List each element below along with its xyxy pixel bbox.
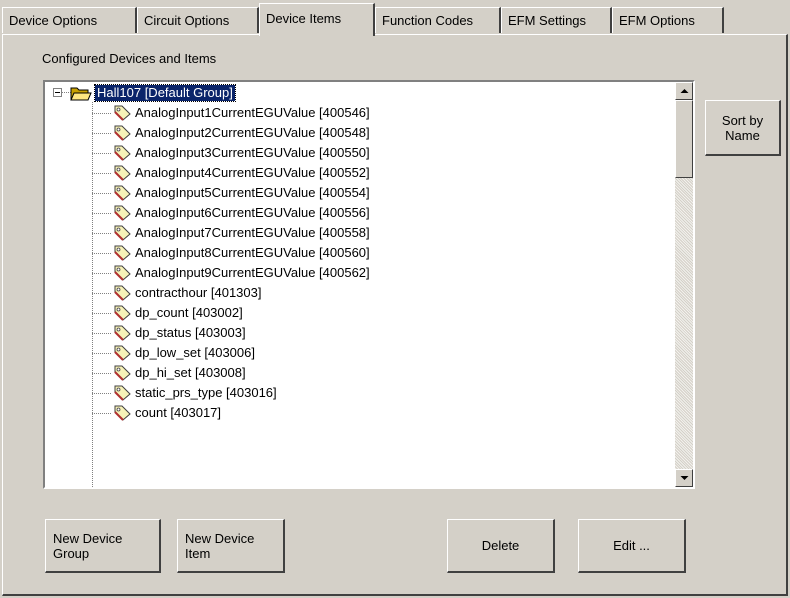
- tree-item[interactable]: dp_count [403002]: [45, 303, 675, 323]
- tree-item[interactable]: AnalogInput5CurrentEGUValue [400554]: [45, 183, 675, 203]
- new-device-item-label: New Device Item: [185, 530, 255, 561]
- tree-item-label: contracthour [401303]: [135, 285, 262, 300]
- tab-function-codes[interactable]: Function Codes: [375, 7, 501, 33]
- tree-item[interactable]: static_prs_type [403016]: [45, 383, 675, 403]
- tree-item[interactable]: AnalogInput4CurrentEGUValue [400552]: [45, 163, 675, 183]
- tab-efm-options[interactable]: EFM Options: [612, 7, 724, 33]
- tree-connector-line: [92, 213, 111, 214]
- tag-icon: [113, 285, 131, 301]
- tree-children: AnalogInput1CurrentEGUValue [400546] Anal…: [45, 103, 675, 423]
- scroll-down-button[interactable]: [675, 469, 693, 487]
- open-folder-icon: [70, 87, 92, 101]
- collapse-minus-icon[interactable]: [53, 88, 62, 97]
- tree-item[interactable]: dp_low_set [403006]: [45, 343, 675, 363]
- tree-connector-line: [92, 153, 111, 154]
- tag-icon: [113, 185, 131, 201]
- tree-item[interactable]: AnalogInput1CurrentEGUValue [400546]: [45, 103, 675, 123]
- tag-icon: [113, 165, 131, 181]
- tag-icon: [113, 245, 131, 261]
- tree-item[interactable]: AnalogInput3CurrentEGUValue [400550]: [45, 143, 675, 163]
- tree-connector-line: [92, 293, 111, 294]
- tree-connector-line: [92, 233, 111, 234]
- tree-connector-line: [92, 173, 111, 174]
- tag-icon: [113, 325, 131, 341]
- tree-item-label: dp_low_set [403006]: [135, 345, 255, 360]
- edit-button[interactable]: Edit ...: [578, 519, 686, 573]
- tree-item-label: count [403017]: [135, 405, 222, 420]
- sort-by-name-button[interactable]: Sort by Name: [705, 100, 781, 156]
- tree-item-label: AnalogInput6CurrentEGUValue [400556]: [135, 205, 370, 220]
- device-tree-view[interactable]: Hall107 [Default Group] AnalogInput1Curr…: [43, 80, 695, 489]
- tree-item-label: AnalogInput3CurrentEGUValue [400550]: [135, 145, 370, 160]
- sort-by-name-label: Sort by Name: [721, 112, 764, 143]
- tab-device-items[interactable]: Device Items: [259, 3, 375, 36]
- tree-item-label: AnalogInput4CurrentEGUValue [400552]: [135, 165, 370, 180]
- tree-connector-line: [92, 413, 111, 414]
- tree-connector-line: [92, 102, 93, 487]
- tree-item[interactable]: count [403017]: [45, 403, 675, 423]
- tree-root-label[interactable]: Hall107 [Default Group]: [94, 84, 236, 102]
- scroll-up-button[interactable]: [675, 82, 693, 100]
- tree-item-label: dp_hi_set [403008]: [135, 365, 246, 380]
- tree-content: Hall107 [Default Group] AnalogInput1Curr…: [45, 82, 675, 487]
- delete-label: Delete: [481, 538, 520, 553]
- tag-icon: [113, 405, 131, 421]
- tree-connector-line: [92, 193, 111, 194]
- tree-item[interactable]: dp_status [403003]: [45, 323, 675, 343]
- tag-icon: [113, 265, 131, 281]
- tree-item-label: AnalogInput8CurrentEGUValue [400560]: [135, 245, 370, 260]
- tree-item-label: AnalogInput5CurrentEGUValue [400554]: [135, 185, 370, 200]
- tree-connector-line: [92, 113, 111, 114]
- new-device-group-label: New Device Group: [53, 530, 123, 561]
- tree-item-label: dp_status [403003]: [135, 325, 246, 340]
- tab-strip: Device Options Circuit Options Device It…: [0, 0, 790, 36]
- tag-icon: [113, 385, 131, 401]
- tree-item[interactable]: AnalogInput2CurrentEGUValue [400548]: [45, 123, 675, 143]
- tag-icon: [113, 225, 131, 241]
- edit-label: Edit ...: [613, 538, 650, 553]
- tree-item-label: dp_count [403002]: [135, 305, 243, 320]
- tag-icon: [113, 105, 131, 121]
- tree-item[interactable]: AnalogInput6CurrentEGUValue [400556]: [45, 203, 675, 223]
- tree-item[interactable]: AnalogInput9CurrentEGUValue [400562]: [45, 263, 675, 283]
- tree-item[interactable]: dp_hi_set [403008]: [45, 363, 675, 383]
- tree-connector-line: [92, 133, 111, 134]
- tag-icon: [113, 145, 131, 161]
- tree-vertical-scrollbar[interactable]: [675, 82, 693, 487]
- tag-icon: [113, 125, 131, 141]
- tree-item-label: AnalogInput7CurrentEGUValue [400558]: [135, 225, 370, 240]
- tree-item-label: static_prs_type [403016]: [135, 385, 277, 400]
- tab-circuit-options[interactable]: Circuit Options: [137, 7, 259, 33]
- new-device-item-button[interactable]: New Device Item: [177, 519, 285, 573]
- tree-item-label: AnalogInput1CurrentEGUValue [400546]: [135, 105, 370, 120]
- tree-item-label: AnalogInput9CurrentEGUValue [400562]: [135, 265, 370, 280]
- tree-connector-line: [92, 373, 111, 374]
- delete-button[interactable]: Delete: [447, 519, 555, 573]
- tree-item[interactable]: contracthour [401303]: [45, 283, 675, 303]
- tree-root-node[interactable]: Hall107 [Default Group]: [45, 83, 675, 103]
- tree-connector-line: [92, 353, 111, 354]
- tree-item[interactable]: AnalogInput7CurrentEGUValue [400558]: [45, 223, 675, 243]
- tab-device-options[interactable]: Device Options: [2, 7, 137, 33]
- tree-connector-line: [92, 253, 111, 254]
- tag-icon: [113, 365, 131, 381]
- tree-item-label: AnalogInput2CurrentEGUValue [400548]: [135, 125, 370, 140]
- configured-devices-label: Configured Devices and Items: [42, 51, 217, 66]
- arrow-up-icon: [680, 89, 689, 93]
- tab-efm-settings[interactable]: EFM Settings: [501, 7, 612, 33]
- tree-connector-line: [92, 313, 111, 314]
- tag-icon: [113, 305, 131, 321]
- arrow-down-icon: [680, 476, 689, 480]
- tree-connector-line: [92, 273, 111, 274]
- tree-connector-line: [92, 393, 111, 394]
- scroll-thumb[interactable]: [675, 100, 693, 178]
- tag-icon: [113, 345, 131, 361]
- tree-item[interactable]: AnalogInput8CurrentEGUValue [400560]: [45, 243, 675, 263]
- new-device-group-button[interactable]: New Device Group: [45, 519, 161, 573]
- tag-icon: [113, 205, 131, 221]
- tree-connector-line: [92, 333, 111, 334]
